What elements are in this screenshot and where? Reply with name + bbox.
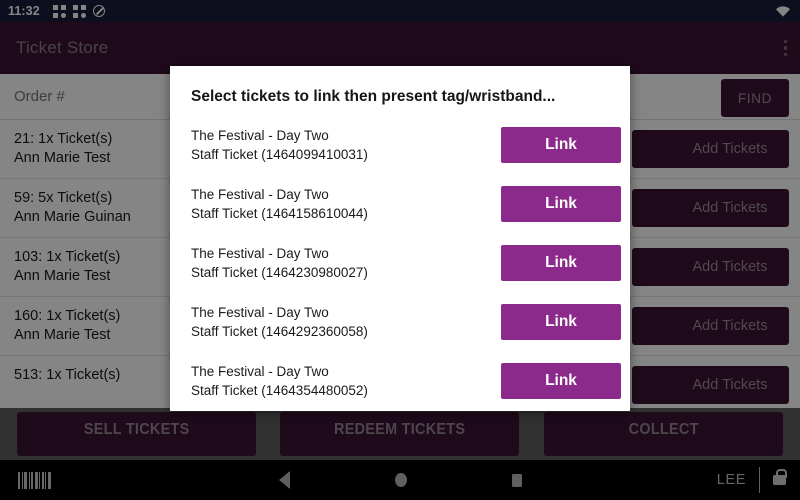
order-line-1: 513: 1x Ticket(s) xyxy=(14,367,121,383)
list-item[interactable]: The Festival - Day Two Staff Ticket (146… xyxy=(170,175,630,234)
list-item[interactable]: The Festival - Day Two Staff Ticket (146… xyxy=(170,116,630,175)
dialog-title: Select tickets to link then present tag/… xyxy=(191,88,556,105)
link-button[interactable]: Link xyxy=(501,245,621,281)
system-navigation-bar: LEE xyxy=(0,460,800,500)
lock-icon[interactable] xyxy=(773,469,787,485)
order-summary: 21: 1x Ticket(s) Ann Marie Test xyxy=(14,130,112,168)
status-clock: 11:32 xyxy=(8,4,40,18)
order-line-2: Ann Marie Test xyxy=(14,268,111,284)
order-line-1: 21: 1x Ticket(s) xyxy=(14,131,113,147)
order-line-2: Ann Marie Guinan xyxy=(14,209,131,225)
order-summary: 513: 1x Ticket(s) xyxy=(14,366,120,385)
ticket-event-name: The Festival - Day Two xyxy=(191,364,329,379)
status-system-icons xyxy=(774,4,792,18)
ticket-info: The Festival - Day Two Staff Ticket (146… xyxy=(191,127,368,164)
wifi-icon xyxy=(776,6,790,17)
app-root: 11:32 Ticket Store Order # E e FIND 21: … xyxy=(0,0,800,500)
ticket-event-name: The Festival - Day Two xyxy=(191,305,329,320)
back-triangle-icon[interactable] xyxy=(278,471,290,489)
add-tickets-button[interactable]: Add Tickets xyxy=(671,130,789,168)
column-header-order: Order # xyxy=(14,88,65,105)
link-tickets-dialog: Select tickets to link then present tag/… xyxy=(170,66,630,411)
order-line-1: 59: 5x Ticket(s) xyxy=(14,190,113,206)
order-line-1: 160: 1x Ticket(s) xyxy=(14,308,121,324)
order-line-2: Ann Marie Test xyxy=(14,327,111,343)
list-item[interactable]: The Festival - Day Two Staff Ticket (146… xyxy=(170,352,630,411)
add-tickets-button[interactable]: Add Tickets xyxy=(671,307,789,345)
ticket-detail: Staff Ticket (1464230980027) xyxy=(191,264,368,280)
link-button[interactable]: Link xyxy=(501,186,621,222)
add-tickets-button[interactable]: Add Tickets xyxy=(671,248,789,286)
recents-square-icon[interactable] xyxy=(511,473,522,487)
ticket-info: The Festival - Day Two Staff Ticket (146… xyxy=(191,363,368,400)
order-summary: 160: 1x Ticket(s) Ann Marie Test xyxy=(14,307,120,345)
dialog-ticket-list: The Festival - Day Two Staff Ticket (146… xyxy=(170,106,630,411)
ticket-event-name: The Festival - Day Two xyxy=(191,128,329,143)
list-item[interactable]: The Festival - Day Two Staff Ticket (146… xyxy=(170,234,630,293)
home-circle-icon[interactable] xyxy=(394,473,407,487)
ticket-detail: Staff Ticket (1464158610044) xyxy=(191,205,368,221)
status-bar: 11:32 xyxy=(0,0,800,22)
list-item[interactable]: The Festival - Day Two Staff Ticket (146… xyxy=(170,293,630,352)
ticket-info: The Festival - Day Two Staff Ticket (146… xyxy=(191,245,368,282)
order-line-2: Ann Marie Test xyxy=(14,150,111,166)
find-button[interactable]: FIND xyxy=(721,79,789,117)
ticket-event-name: The Festival - Day Two xyxy=(191,187,329,202)
nav-buttons xyxy=(0,471,800,489)
apps-grid-icon xyxy=(72,4,86,18)
main-action-bar: SELL TICKETS REDEEM TICKETS COLLECT xyxy=(0,408,800,460)
status-notification-icons xyxy=(52,4,105,18)
redeem-tickets-button[interactable]: REDEEM TICKETS xyxy=(280,412,520,456)
sell-tickets-button[interactable]: SELL TICKETS xyxy=(17,412,257,456)
do-not-disturb-icon xyxy=(92,5,105,17)
add-tickets-button[interactable]: Add Tickets xyxy=(671,189,789,227)
add-tickets-button[interactable]: Add Tickets xyxy=(671,366,789,404)
link-button[interactable]: Link xyxy=(501,127,621,163)
order-summary: 103: 1x Ticket(s) Ann Marie Test xyxy=(14,248,120,286)
page-title: Ticket Store xyxy=(16,38,109,57)
ticket-info: The Festival - Day Two Staff Ticket (146… xyxy=(191,304,368,341)
more-vertical-icon[interactable] xyxy=(783,39,787,57)
order-line-1: 103: 1x Ticket(s) xyxy=(14,249,121,265)
order-summary: 59: 5x Ticket(s) Ann Marie Guinan xyxy=(14,189,131,227)
link-button[interactable]: Link xyxy=(501,304,621,340)
ticket-detail: Staff Ticket (1464354480052) xyxy=(191,382,368,398)
ticket-detail: Staff Ticket (1464292360058) xyxy=(191,323,368,339)
collect-button[interactable]: COLLECT xyxy=(543,412,783,456)
apps-grid-icon xyxy=(52,4,66,18)
link-button[interactable]: Link xyxy=(501,363,621,399)
ticket-event-name: The Festival - Day Two xyxy=(191,246,329,261)
ticket-detail: Staff Ticket (1464099410031) xyxy=(191,146,368,162)
ticket-info: The Festival - Day Two Staff Ticket (146… xyxy=(191,186,368,223)
